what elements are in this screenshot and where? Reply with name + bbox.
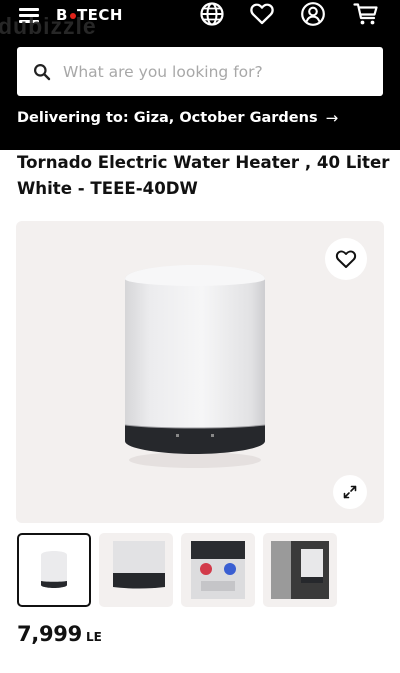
thumbnail-4[interactable] (263, 533, 337, 607)
logo-text-b: B (56, 6, 68, 24)
product-price: 7,999 LE (17, 622, 102, 652)
fullscreen-button[interactable] (333, 475, 367, 509)
thumbnail-heater-room (271, 541, 329, 599)
logo[interactable]: B TECH (56, 4, 123, 26)
logo-text-tech: TECH (76, 6, 123, 24)
delivery-location-label: Delivering to: Giza, October Gardens (17, 110, 318, 126)
price-currency: LE (85, 630, 102, 644)
thumbnail-heater-side (113, 541, 165, 589)
thumbnail-heater-front (41, 551, 67, 588)
product-main-image[interactable] (16, 221, 384, 523)
top-bar: dubizzle B TECH (0, 0, 400, 39)
thumbnail-2[interactable] (99, 533, 173, 607)
search-icon[interactable] (33, 63, 51, 81)
account-icon[interactable] (300, 1, 326, 27)
search-input[interactable] (63, 59, 373, 85)
thumbnail-strip (17, 533, 389, 607)
expand-icon (343, 485, 357, 499)
add-to-wishlist-button[interactable] (325, 238, 367, 280)
product-title: Tornado Electric Water Heater , 40 Liter… (17, 153, 390, 198)
search-bar (17, 47, 383, 96)
heart-icon[interactable] (249, 1, 275, 27)
cart-icon[interactable] (353, 1, 379, 27)
site-header: dubizzle B TECH What are you looking for… (0, 0, 400, 150)
thumbnail-1[interactable] (17, 533, 91, 607)
logo-dot (69, 13, 76, 19)
arrow-right-icon: → (325, 109, 339, 127)
water-heater-image (124, 265, 266, 468)
heart-outline-icon (335, 250, 357, 268)
globe-icon[interactable] (199, 1, 225, 27)
delivery-location-link[interactable]: Delivering to: Giza, October Gardens → (17, 106, 338, 130)
thumbnail-3[interactable] (181, 533, 255, 607)
thumbnail-heater-bottom (191, 541, 245, 599)
price-amount: 7,999 (17, 622, 82, 646)
